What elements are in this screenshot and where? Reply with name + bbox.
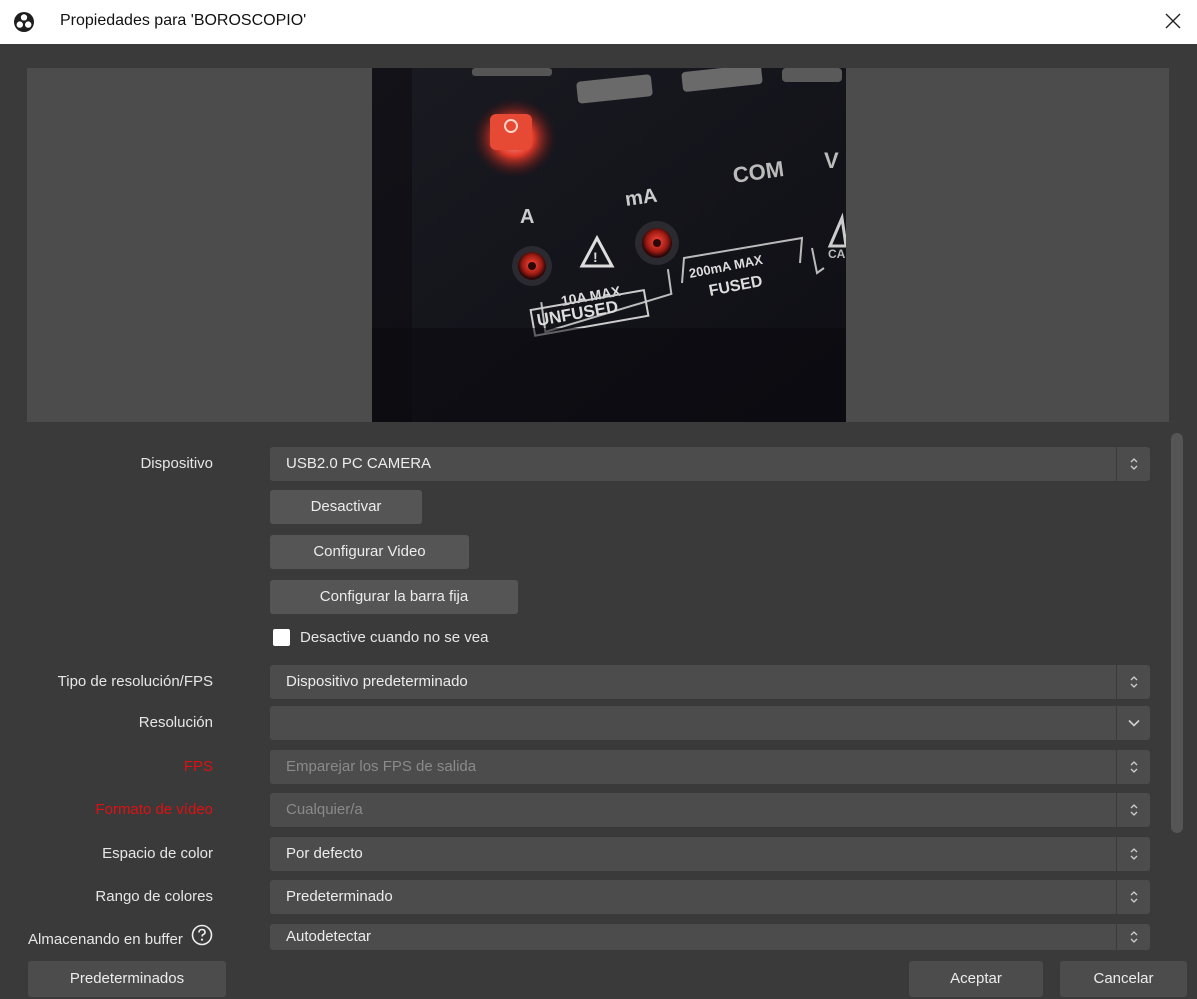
- device-row: Dispositivo USB2.0 PC CAMERA: [0, 447, 1152, 481]
- color-space-value: Por defecto: [286, 845, 363, 862]
- device-label: Dispositivo: [140, 455, 213, 472]
- resolution-label: Resolución: [138, 714, 213, 731]
- buffering-label-wrap: Almacenando en buffer: [28, 924, 213, 952]
- spin-arrows-icon: [1116, 837, 1150, 871]
- help-circle-icon[interactable]: [191, 924, 213, 956]
- fps-value: Emparejar los FPS de salida: [286, 758, 477, 775]
- color-range-select[interactable]: Predeterminado: [270, 880, 1150, 914]
- fps-row: FPS Emparejar los FPS de salida: [0, 750, 1152, 784]
- color-range-label: Rango de colores: [95, 888, 213, 905]
- camera-label-a: A: [520, 206, 534, 228]
- spin-arrows-icon: [1116, 665, 1150, 699]
- buffering-label: Almacenando en buffer: [27, 930, 183, 948]
- defaults-button[interactable]: Predeterminados: [28, 961, 226, 997]
- title-bar: Propiedades para 'BOROSCOPIO': [0, 0, 1197, 44]
- device-select[interactable]: USB2.0 PC CAMERA: [270, 447, 1150, 481]
- properties-scrollbar[interactable]: [1168, 430, 1186, 960]
- resolution-type-select[interactable]: Dispositivo predeterminado: [270, 665, 1150, 699]
- svg-text:!: !: [593, 249, 598, 265]
- spin-arrows-icon: [1116, 924, 1150, 950]
- close-icon: [1165, 13, 1181, 29]
- spin-arrows-icon: [1116, 750, 1150, 784]
- video-format-row: Formato de vídeo Cualquier/a: [0, 793, 1152, 827]
- fps-select[interactable]: Emparejar los FPS de salida: [270, 750, 1150, 784]
- color-range-row: Rango de colores Predeterminado: [0, 880, 1152, 914]
- svg-text:CA: CA: [828, 247, 846, 261]
- video-format-value: Cualquier/a: [286, 801, 363, 818]
- color-space-select[interactable]: Por defecto: [270, 837, 1150, 871]
- buffering-row: Almacenando en buffer Autodetectar: [0, 924, 1152, 950]
- window-title: Propiedades para 'BOROSCOPIO': [60, 12, 307, 29]
- color-space-row: Espacio de color Por defecto: [0, 837, 1152, 871]
- cancel-button[interactable]: Cancelar: [1060, 961, 1187, 997]
- configure-crossbar-button[interactable]: Configurar la barra fija: [270, 580, 518, 614]
- deactivate-when-hidden-checkbox[interactable]: [273, 629, 290, 646]
- resolution-row: Resolución: [0, 706, 1152, 740]
- resolution-type-label: Tipo de resolución/FPS: [57, 673, 213, 690]
- spin-arrows-icon: [1116, 447, 1150, 481]
- color-space-label: Espacio de color: [102, 845, 213, 862]
- resolution-select[interactable]: [270, 706, 1150, 740]
- chevron-down-icon: [1116, 706, 1150, 740]
- device-value: USB2.0 PC CAMERA: [286, 455, 432, 472]
- color-range-value: Predeterminado: [286, 888, 393, 905]
- deactivate-when-hidden-label: Desactive cuando no se vea: [300, 629, 489, 646]
- buffering-value: Autodetectar: [286, 928, 372, 945]
- configure-video-button[interactable]: Configurar Video: [270, 535, 469, 569]
- camera-frame: COM V A mA ! 10A MAX UNFUSED 200mA MAX F…: [372, 68, 846, 422]
- deactivate-button[interactable]: Desactivar: [270, 490, 422, 524]
- buffering-select[interactable]: Autodetectar: [270, 924, 1150, 950]
- scroll-thumb[interactable]: [1171, 433, 1183, 833]
- camera-image: COM V A mA ! 10A MAX UNFUSED 200mA MAX F…: [372, 68, 846, 422]
- video-format-select[interactable]: Cualquier/a: [270, 793, 1150, 827]
- camera-label-ma: mA: [624, 185, 659, 211]
- spin-arrows-icon: [1116, 793, 1150, 827]
- spin-arrows-icon: [1116, 880, 1150, 914]
- close-button[interactable]: [1157, 6, 1189, 38]
- video-preview: COM V A mA ! 10A MAX UNFUSED 200mA MAX F…: [27, 68, 1169, 422]
- accept-button[interactable]: Aceptar: [909, 961, 1043, 997]
- resolution-type-value: Dispositivo predeterminado: [286, 673, 468, 690]
- video-format-label: Formato de vídeo: [95, 801, 213, 818]
- resolution-type-row: Tipo de resolución/FPS Dispositivo prede…: [0, 665, 1152, 699]
- obs-logo-icon: [13, 11, 35, 33]
- fps-label: FPS: [183, 758, 213, 775]
- svg-text:V: V: [824, 148, 839, 173]
